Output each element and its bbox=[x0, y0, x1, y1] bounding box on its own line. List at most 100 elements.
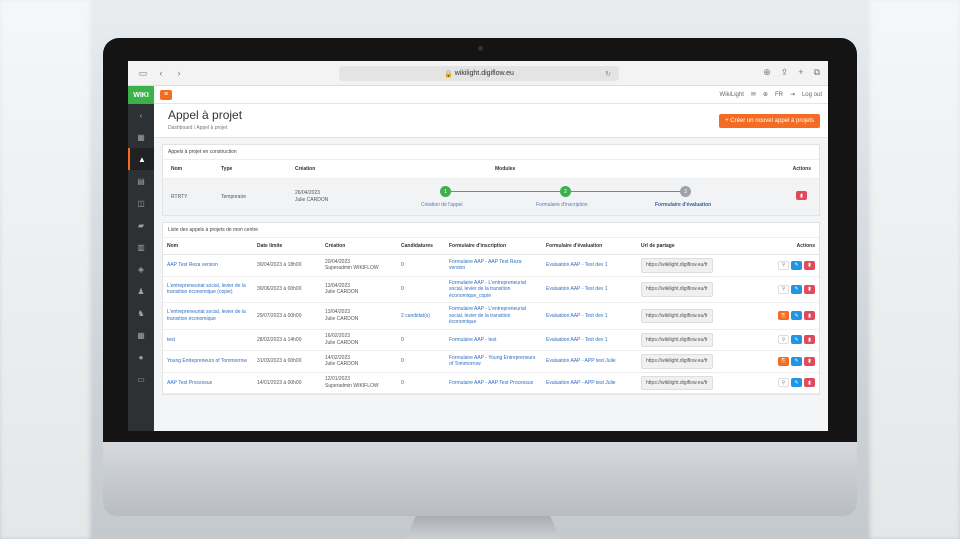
candidatures-cell: 0 bbox=[397, 329, 445, 351]
created-author: Superadmin WIKIFLOW bbox=[325, 382, 379, 389]
address-bar[interactable]: 🔒 wikilight.digiflow.eu ↻ bbox=[339, 66, 619, 81]
back-icon[interactable]: ‹ bbox=[154, 68, 168, 78]
lock-nav-icon[interactable]: ▲ bbox=[128, 148, 154, 170]
project-name-link[interactable]: AAP Test Reza version bbox=[163, 254, 253, 277]
share-url-field[interactable]: https://wikilight.digiflow.eu/fr bbox=[641, 332, 713, 347]
eval-link[interactable]: Evaluation AAP - Test dev 1 bbox=[542, 329, 637, 351]
edit-button[interactable]: ✎ bbox=[791, 356, 802, 366]
share-url-field[interactable]: https://wikilight.digiflow.eu/fr bbox=[641, 354, 713, 369]
project-name-link[interactable]: Young Entrepreneurs of Tommorrow bbox=[163, 350, 253, 373]
topbar: ≡ WikiLight ✉ ⊕ FR ⇥ Log out bbox=[154, 86, 828, 104]
created-cell: 14/02/2023 Julie CARDON bbox=[321, 350, 397, 373]
collapse-icon[interactable]: ‹ bbox=[128, 104, 154, 126]
row-author: Julie CARDON bbox=[295, 197, 329, 203]
delete-button[interactable]: ▮ bbox=[796, 191, 807, 200]
card-icon[interactable]: ▭ bbox=[128, 368, 154, 390]
th-cands: Candidatures bbox=[397, 238, 445, 255]
th-url: Url de partage bbox=[637, 238, 737, 255]
construction-card: Appels à projet en construction Nom Type… bbox=[162, 144, 820, 216]
delete-row-button[interactable]: ▮ bbox=[804, 260, 815, 270]
step-1[interactable]: 1 bbox=[440, 186, 451, 197]
form-link[interactable]: Formulaire AAP - test bbox=[445, 329, 542, 351]
grid-icon[interactable]: ▥ bbox=[128, 236, 154, 258]
th-created: Création bbox=[321, 238, 397, 255]
delete-row-button[interactable]: ▮ bbox=[804, 378, 815, 388]
create-project-button[interactable]: + Créer un nouvel appel à projets bbox=[719, 114, 820, 128]
project-name-link[interactable]: L'entrepreneuriat social, levier de la t… bbox=[163, 276, 253, 303]
pin-button[interactable]: ⚲ bbox=[778, 335, 789, 345]
copy-icon[interactable]: ◫ bbox=[128, 192, 154, 214]
edit-button[interactable]: ✎ bbox=[791, 335, 802, 345]
eval-link[interactable]: Evaluation AAP - APP test Julie bbox=[542, 372, 637, 394]
site-name[interactable]: WikiLight bbox=[720, 92, 744, 98]
share-url-field[interactable]: https://wikilight.digiflow.eu/fr bbox=[641, 375, 713, 390]
globe-icon[interactable]: ⊕ bbox=[763, 91, 768, 98]
table-icon[interactable]: ▦ bbox=[128, 324, 154, 346]
delete-row-button[interactable]: ▮ bbox=[804, 356, 815, 366]
new-tab-icon[interactable]: + bbox=[798, 67, 803, 78]
eval-link[interactable]: Evaluation AAP - APP test Julie bbox=[542, 350, 637, 373]
share-url-field[interactable]: https://wikilight.digiflow.eu/fr bbox=[641, 282, 713, 297]
settings-icon[interactable]: ● bbox=[128, 346, 154, 368]
menu-icon[interactable]: ≡ bbox=[160, 89, 172, 100]
ticket-icon[interactable]: ◈ bbox=[128, 258, 154, 280]
share-url-field[interactable]: https://wikilight.digiflow.eu/fr bbox=[641, 308, 713, 323]
pin-button[interactable]: ⎘ bbox=[778, 311, 789, 321]
project-name-link[interactable]: test bbox=[163, 329, 253, 351]
created-author: Superadmin WIKIFLOW bbox=[325, 265, 379, 272]
logout-link[interactable]: Log out bbox=[802, 92, 822, 98]
camera-dot bbox=[478, 46, 483, 51]
created-author: Julie CARDON bbox=[325, 339, 359, 346]
reload-icon[interactable]: ↻ bbox=[605, 70, 611, 78]
project-name-link[interactable]: AAP Test Processus bbox=[163, 372, 253, 394]
delete-row-button[interactable]: ▮ bbox=[804, 335, 815, 345]
edit-button[interactable]: ✎ bbox=[791, 378, 802, 388]
form-link[interactable]: Formulaire AAP - AAP Test Processus bbox=[445, 372, 542, 394]
created-author: Julie CARDON bbox=[325, 315, 359, 322]
deadline-cell: 31/03/2023 à 00h00 bbox=[253, 350, 321, 373]
candidatures-cell: 0 bbox=[397, 254, 445, 277]
edit-button[interactable]: ✎ bbox=[791, 311, 802, 321]
step-2[interactable]: 2 bbox=[560, 186, 571, 197]
pin-button[interactable]: ⚲ bbox=[778, 378, 789, 388]
breadcrumb[interactable]: Dashboard / Appel à projet bbox=[168, 125, 814, 131]
row-date: 26/04/2023 bbox=[295, 190, 321, 196]
pin-button[interactable]: ⚲ bbox=[778, 260, 789, 270]
edit-button[interactable]: ✎ bbox=[791, 284, 802, 294]
mail-icon[interactable]: ✉ bbox=[751, 91, 756, 98]
step-3-label: Formulaire d'évaluation bbox=[655, 202, 712, 208]
graduation-icon[interactable]: ▰ bbox=[128, 214, 154, 236]
form-link[interactable]: Formulaire AAP - L'entrepreneuriat socia… bbox=[445, 302, 542, 330]
eval-link[interactable]: Evaluation AAP - Test dev 1 bbox=[542, 254, 637, 277]
project-name-link[interactable]: L'entrepreneuriat social, levier de la t… bbox=[163, 302, 253, 330]
sidebar-toggle-icon[interactable]: ▭ bbox=[136, 68, 150, 79]
app-logo[interactable]: WIKI bbox=[128, 86, 154, 104]
table-row: test 28/02/2023 à 14h00 16/02/2023 Julie CA… bbox=[163, 329, 819, 351]
building-icon[interactable]: ▤ bbox=[128, 170, 154, 192]
form-link[interactable]: Formulaire AAP - L'entrepreneuriat socia… bbox=[445, 276, 542, 303]
dashboard-icon[interactable]: ▦ bbox=[128, 126, 154, 148]
forward-icon[interactable]: › bbox=[172, 68, 186, 78]
pin-button[interactable]: ⎘ bbox=[778, 356, 789, 366]
table-row: L'entrepreneuriat social, levier de la t… bbox=[163, 302, 819, 330]
eval-link[interactable]: Evaluation AAP - Test dev 1 bbox=[542, 302, 637, 330]
step-3[interactable]: 3 bbox=[680, 186, 691, 197]
form-link[interactable]: Formulaire AAP - Young Entrepreneurs of … bbox=[445, 350, 542, 373]
pin-button[interactable]: ⚲ bbox=[778, 284, 789, 294]
share-icon[interactable]: ⇪ bbox=[781, 67, 789, 78]
created-cell: 12/01/2023 Superadmin WIKIFLOW bbox=[321, 372, 397, 394]
lang-label[interactable]: FR bbox=[775, 92, 783, 98]
download-icon[interactable]: ⊕ bbox=[763, 67, 771, 78]
edit-button[interactable]: ✎ bbox=[791, 260, 802, 270]
tabs-icon[interactable]: ⧉ bbox=[814, 67, 820, 78]
delete-row-button[interactable]: ▮ bbox=[804, 284, 815, 294]
eval-link[interactable]: Evaluation AAP - Test dev 1 bbox=[542, 276, 637, 303]
share-url-field[interactable]: https://wikilight.digiflow.eu/fr bbox=[641, 258, 713, 273]
candidatures-cell[interactable]: 2 candidat(s) bbox=[397, 302, 445, 330]
form-link[interactable]: Formulaire AAP - AAP Test Reza version bbox=[445, 254, 542, 277]
users-icon[interactable]: ♞ bbox=[128, 302, 154, 324]
logout-icon[interactable]: ⇥ bbox=[790, 91, 795, 98]
user-add-icon[interactable]: ♟ bbox=[128, 280, 154, 302]
delete-row-button[interactable]: ▮ bbox=[804, 311, 815, 321]
construction-title: Appels à projet en construction bbox=[163, 145, 819, 160]
